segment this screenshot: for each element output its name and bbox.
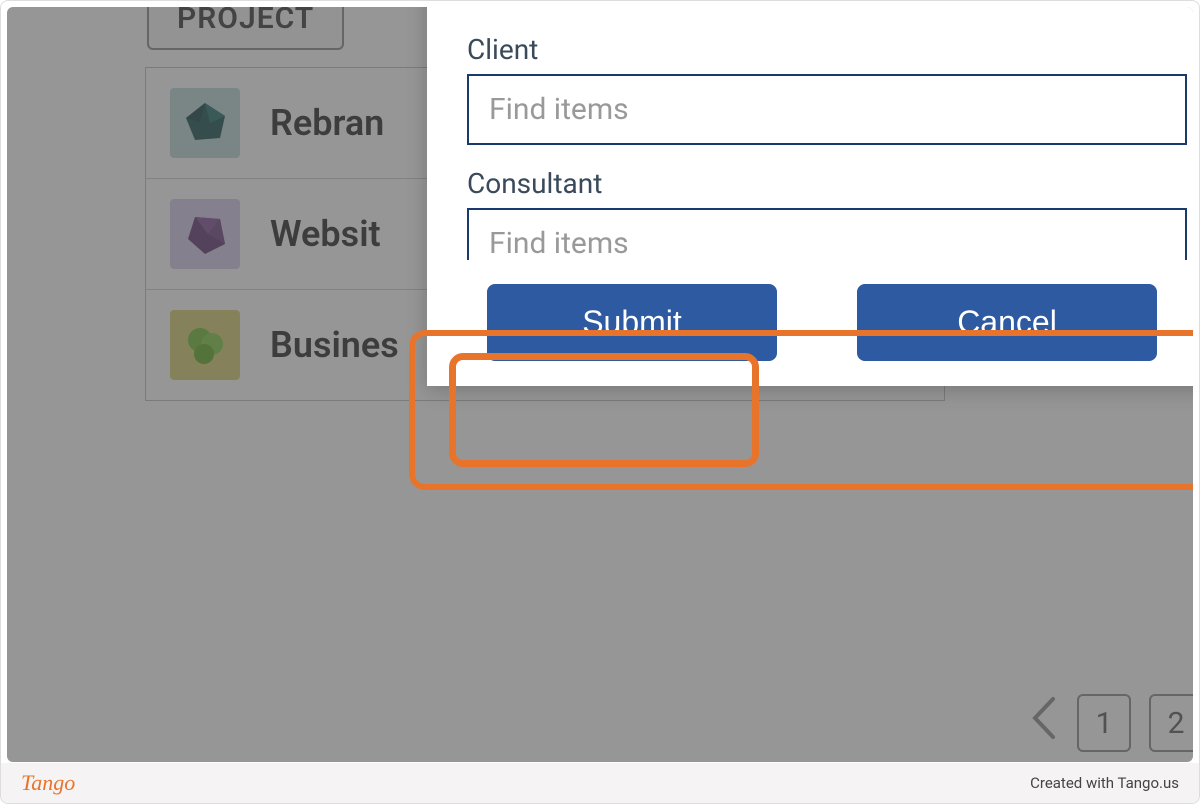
consultant-label: Consultant	[467, 167, 1187, 200]
client-label: Client	[467, 33, 1187, 66]
consultant-input[interactable]: Find items	[467, 208, 1187, 260]
submit-button[interactable]: Submit	[487, 284, 777, 361]
footer: Tango Created with Tango.us	[1, 763, 1199, 803]
footer-credit: Created with Tango.us	[1030, 774, 1179, 792]
tango-logo: Tango	[21, 770, 75, 796]
client-input[interactable]: Find items	[467, 74, 1187, 145]
cancel-button[interactable]: Cancel	[857, 284, 1157, 361]
form-modal: Client Find items Consultant Find items …	[427, 7, 1193, 386]
